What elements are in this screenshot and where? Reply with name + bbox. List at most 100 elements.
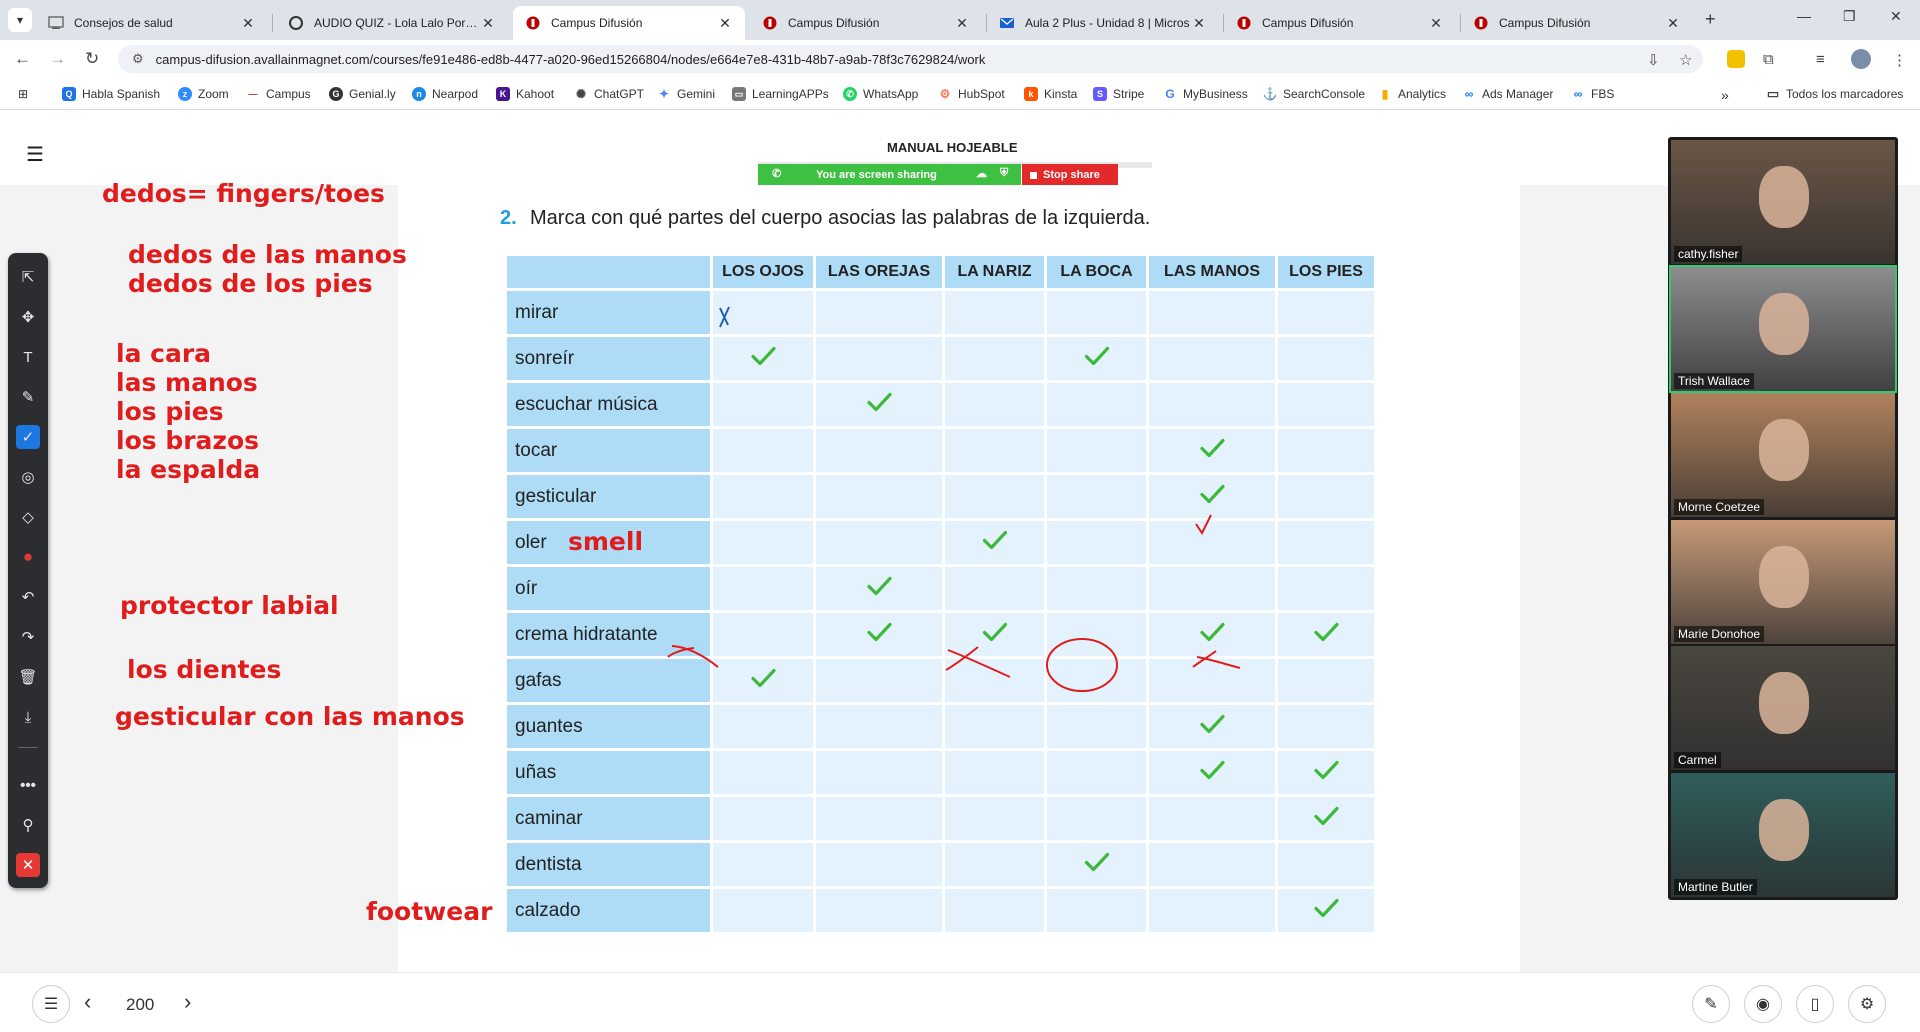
window-close-icon[interactable]: ✕ <box>1890 8 1902 25</box>
trash-icon[interactable]: 🗑 <box>16 665 40 689</box>
bookmark-kahoot[interactable]: K Kahoot <box>496 87 554 101</box>
answer-cell[interactable] <box>945 797 1044 840</box>
answer-cell[interactable] <box>1278 797 1374 840</box>
answer-cell[interactable] <box>1047 797 1146 840</box>
bookmark-stripe[interactable]: S Stripe <box>1093 87 1144 101</box>
answer-cell[interactable] <box>945 521 1044 564</box>
tab-campus-2[interactable]: Campus Difusión ✕ <box>750 6 982 40</box>
extension-icon[interactable] <box>1727 50 1745 68</box>
bookmark-mybusiness[interactable]: G MyBusiness <box>1163 87 1247 101</box>
close-icon[interactable]: ✕ <box>717 15 733 32</box>
answer-cell[interactable] <box>1149 659 1275 702</box>
close-icon[interactable]: ✕ <box>1665 15 1681 32</box>
answer-cell[interactable] <box>1149 521 1275 564</box>
tab-campus-4[interactable]: Campus Difusión ✕ <box>1461 6 1693 40</box>
answer-cell[interactable] <box>1149 889 1275 932</box>
bookmark-campus[interactable]: — Campus <box>246 87 311 101</box>
tab-aula-2[interactable]: Aula 2 Plus - Unidad 8 | Micros ✕ <box>987 6 1219 40</box>
participant-video[interactable]: Marie Donohoe <box>1671 519 1895 644</box>
url-field[interactable]: ⚙ campus-difusion.avallainmagnet.com/cou… <box>118 45 1703 73</box>
user-icon[interactable]: ⚲ <box>16 813 40 837</box>
answer-cell[interactable] <box>1047 567 1146 610</box>
answer-cell[interactable] <box>1278 613 1374 656</box>
answer-cell[interactable] <box>713 797 813 840</box>
answer-cell[interactable] <box>713 429 813 472</box>
forward-icon[interactable]: → <box>49 49 66 69</box>
answer-cell[interactable] <box>816 291 942 334</box>
answer-cell[interactable] <box>1278 337 1374 380</box>
site-info-icon[interactable]: ⚙ <box>132 51 144 67</box>
answer-cell[interactable] <box>1278 291 1374 334</box>
answer-cell[interactable] <box>1047 383 1146 426</box>
answer-cell[interactable] <box>816 475 942 518</box>
answer-cell[interactable] <box>1278 705 1374 748</box>
answer-cell[interactable] <box>1149 567 1275 610</box>
answer-cell[interactable] <box>816 659 942 702</box>
pointer-icon[interactable]: ⇱ <box>16 265 40 289</box>
close-annotation-icon[interactable]: ✕ <box>16 853 40 877</box>
answer-cell[interactable] <box>713 475 813 518</box>
eraser-icon[interactable]: ◇ <box>16 505 40 529</box>
answer-cell[interactable] <box>713 383 813 426</box>
annotate-icon[interactable]: ✎ <box>1692 985 1730 1023</box>
profile-avatar[interactable] <box>1851 49 1871 69</box>
save-download-icon[interactable]: ⤓ <box>16 705 40 729</box>
answer-cell[interactable] <box>1149 797 1275 840</box>
answer-cell[interactable] <box>1278 383 1374 426</box>
answer-cell[interactable] <box>1278 843 1374 886</box>
answer-cell[interactable] <box>945 429 1044 472</box>
participant-video[interactable]: Morne Coetzee <box>1671 393 1895 517</box>
answer-cell[interactable] <box>1047 291 1146 334</box>
answer-cell[interactable] <box>816 797 942 840</box>
apps-grid-icon[interactable]: ⊞ <box>18 87 28 101</box>
stop-share-button[interactable]: Stop share <box>1022 164 1118 186</box>
spotlight-icon[interactable]: ◎ <box>16 465 40 489</box>
answer-cell[interactable] <box>1149 475 1275 518</box>
prev-page-icon[interactable]: ‹ <box>84 989 91 1015</box>
participant-video[interactable]: cathy.fisher <box>1671 140 1895 264</box>
answer-cell[interactable] <box>1047 705 1146 748</box>
answer-cell[interactable] <box>816 383 942 426</box>
pen-icon[interactable]: ✎ <box>16 385 40 409</box>
new-tab-button[interactable]: + <box>1705 9 1716 30</box>
more-icon[interactable]: ••• <box>16 773 40 797</box>
color-picker-icon[interactable]: ● <box>16 545 40 569</box>
answer-cell[interactable] <box>1047 337 1146 380</box>
answer-cell[interactable] <box>1047 889 1146 932</box>
answer-cell[interactable] <box>816 613 942 656</box>
bookmark-kinsta[interactable]: k Kinsta <box>1024 87 1077 101</box>
answer-cell[interactable] <box>713 659 813 702</box>
browser-menu-icon[interactable]: ⋮ <box>1892 51 1907 69</box>
answer-cell[interactable] <box>945 475 1044 518</box>
answer-cell[interactable] <box>816 429 942 472</box>
page-number-field[interactable]: 200 <box>126 995 154 1015</box>
next-page-icon[interactable]: › <box>184 989 191 1015</box>
reload-icon[interactable]: ↻ <box>85 49 99 69</box>
answer-cell[interactable] <box>713 613 813 656</box>
answer-cell[interactable] <box>1278 889 1374 932</box>
bookmark-habla-spanish[interactable]: Q Habla Spanish <box>62 87 160 101</box>
answer-cell[interactable] <box>945 337 1044 380</box>
answer-cell[interactable] <box>713 751 813 794</box>
answer-cell[interactable] <box>1047 843 1146 886</box>
bookmark-nearpod[interactable]: n Nearpod <box>412 87 478 101</box>
answer-cell[interactable] <box>1047 475 1146 518</box>
answer-cell[interactable] <box>945 291 1044 334</box>
answer-cell[interactable] <box>1149 843 1275 886</box>
answer-cell[interactable] <box>1149 429 1275 472</box>
answer-cell[interactable] <box>1149 613 1275 656</box>
close-icon[interactable]: ✕ <box>954 15 970 32</box>
bookmark-hubspot[interactable]: ⚙ HubSpot <box>938 87 1005 101</box>
close-icon[interactable]: ✕ <box>240 15 256 32</box>
redo-icon[interactable]: ↷ <box>16 625 40 649</box>
answer-cell[interactable] <box>945 567 1044 610</box>
answer-cell[interactable] <box>816 751 942 794</box>
answer-cell[interactable] <box>816 843 942 886</box>
participant-video[interactable]: Martine Butler <box>1671 772 1895 897</box>
install-app-icon[interactable]: ⇩ <box>1647 51 1660 69</box>
bookmark-whatsapp[interactable]: ✆ WhatsApp <box>843 87 918 101</box>
participant-video[interactable]: Trish Wallace <box>1669 264 1897 393</box>
answer-cell[interactable] <box>1278 751 1374 794</box>
answer-cell[interactable] <box>1047 751 1146 794</box>
participant-video[interactable]: Carmel <box>1671 646 1895 770</box>
